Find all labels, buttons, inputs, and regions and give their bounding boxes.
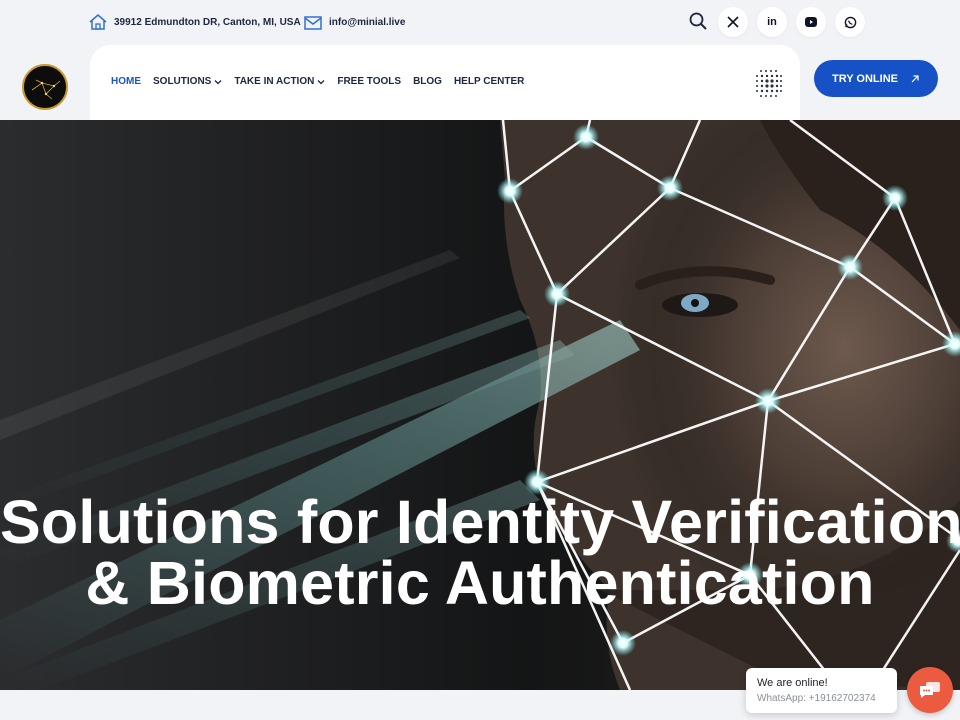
- chat-title: We are online!: [757, 677, 828, 689]
- try-online-button[interactable]: TRY ONLINE: [814, 60, 938, 97]
- linkedin-icon[interactable]: in: [757, 7, 787, 37]
- nav-label: BLOG: [413, 76, 442, 87]
- nav-item-home[interactable]: HOME: [111, 76, 141, 87]
- grid-menu-icon[interactable]: [752, 66, 786, 100]
- youtube-icon[interactable]: [796, 7, 826, 37]
- nav-label: HOME: [111, 76, 141, 87]
- nav-item-free-tools[interactable]: FREE TOOLS: [337, 76, 401, 87]
- cta-label: TRY ONLINE: [831, 72, 898, 85]
- hero-banner: Solutions for Identity Verification & Bi…: [0, 120, 960, 690]
- main-navigation: HOME SOLUTIONS TAKE IN ACTION FREE TOOLS…: [111, 76, 524, 87]
- hero-title: Solutions for Identity Verification & Bi…: [0, 492, 960, 614]
- nav-label: HELP CENTER: [453, 76, 525, 87]
- top-info-bar: 39912 Edmundton DR, Canton, MI, USA info…: [0, 0, 960, 44]
- email-link[interactable]: info@minial.live: [329, 17, 405, 28]
- chat-icon: [920, 682, 940, 698]
- email-info[interactable]: info@minial.live: [303, 12, 405, 32]
- address-info: 39912 Edmundton DR, Canton, MI, USA: [88, 12, 301, 32]
- chat-greeting-bubble[interactable]: We are online! WhatsApp: +19162702374: [746, 668, 897, 713]
- chevron-down-icon: [214, 79, 222, 84]
- nav-item-blog[interactable]: BLOG: [413, 76, 442, 87]
- mail-icon: [303, 12, 323, 32]
- home-icon: [88, 12, 108, 32]
- x-icon[interactable]: [718, 7, 748, 37]
- nav-item-help-center[interactable]: HELP CENTER: [454, 76, 524, 87]
- chevron-down-icon: [317, 79, 325, 84]
- search-icon[interactable]: [688, 11, 708, 31]
- nav-label: FREE TOOLS: [337, 76, 402, 87]
- nav-label: TAKE IN ACTION: [234, 76, 315, 87]
- hero-title-line-1: Solutions for Identity Verification: [0, 488, 960, 556]
- nav-label: SOLUTIONS: [153, 76, 212, 87]
- nav-item-take-in-action[interactable]: TAKE IN ACTION: [234, 76, 325, 87]
- arrow-up-right-icon: [911, 74, 919, 82]
- whatsapp-icon[interactable]: [835, 7, 865, 37]
- chat-subtitle: WhatsApp: +19162702374: [757, 693, 876, 704]
- chat-open-button[interactable]: [907, 667, 953, 713]
- nav-item-solutions[interactable]: SOLUTIONS: [153, 76, 222, 87]
- address-text: 39912 Edmundton DR, Canton, MI, USA: [114, 16, 301, 28]
- site-logo[interactable]: [22, 64, 68, 110]
- hero-title-line-2: & Biometric Authentication: [85, 549, 875, 617]
